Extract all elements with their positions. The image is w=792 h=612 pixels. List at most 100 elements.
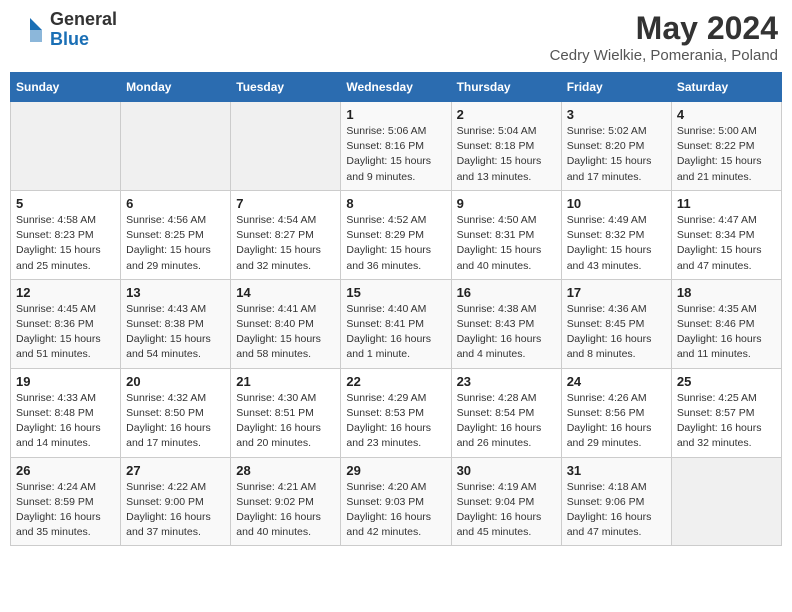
title-block: May 2024 Cedry Wielkie, Pomerania, Polan… [550,10,778,64]
day-info: Sunrise: 5:00 AM Sunset: 8:22 PM Dayligh… [677,124,776,185]
day-info: Sunrise: 4:36 AM Sunset: 8:45 PM Dayligh… [567,302,666,363]
day-number: 6 [126,196,225,211]
day-number: 2 [457,107,556,122]
day-info: Sunrise: 4:54 AM Sunset: 8:27 PM Dayligh… [236,213,335,274]
logo-icon [14,14,46,46]
day-info: Sunrise: 4:52 AM Sunset: 8:29 PM Dayligh… [346,213,445,274]
calendar-cell: 29 Sunrise: 4:20 AM Sunset: 9:03 PM Dayli… [341,457,451,546]
calendar-cell: 25 Sunrise: 4:25 AM Sunset: 8:57 PM Dayli… [671,368,781,457]
calendar-body: 1 Sunrise: 5:06 AM Sunset: 8:16 PM Daylig… [11,102,782,546]
week-row-3: 12Sunrise: 4:45 AM Sunset: 8:36 PM Dayli… [11,279,782,368]
header-row: SundayMondayTuesdayWednesdayThursdayFrid… [11,73,782,102]
day-number: 25 [677,374,776,389]
header-day-sunday: Sunday [11,73,121,102]
week-row-4: 19 Sunrise: 4:33 AM Sunset: 8:48 PM Dayli… [11,368,782,457]
day-number: 22 [346,374,445,389]
calendar-cell: 19 Sunrise: 4:33 AM Sunset: 8:48 PM Dayli… [11,368,121,457]
day-number: 29 [346,463,445,478]
day-number: 19 [16,374,115,389]
day-number: 18 [677,285,776,300]
day-number: 7 [236,196,335,211]
calendar-cell: 4 Sunrise: 5:00 AM Sunset: 8:22 PM Daylig… [671,102,781,191]
day-info: Sunrise: 4:20 AM Sunset: 9:03 PM Dayligh… [346,480,445,541]
day-info: Sunrise: 5:04 AM Sunset: 8:18 PM Dayligh… [457,124,556,185]
week-row-1: 1 Sunrise: 5:06 AM Sunset: 8:16 PM Daylig… [11,102,782,191]
day-info: Sunrise: 4:56 AM Sunset: 8:25 PM Dayligh… [126,213,225,274]
day-number: 30 [457,463,556,478]
day-info: Sunrise: 4:50 AM Sunset: 8:31 PM Dayligh… [457,213,556,274]
calendar-cell: 24 Sunrise: 4:26 AM Sunset: 8:56 PM Dayli… [561,368,671,457]
calendar-cell: 14 Sunrise: 4:41 AM Sunset: 8:40 PM Dayli… [231,279,341,368]
week-row-5: 26Sunrise: 4:24 AM Sunset: 8:59 PM Dayli… [11,457,782,546]
day-number: 5 [16,196,115,211]
calendar-table: SundayMondayTuesdayWednesdayThursdayFrid… [10,72,782,546]
day-number: 23 [457,374,556,389]
day-info: Sunrise: 4:25 AM Sunset: 8:57 PM Dayligh… [677,391,776,452]
calendar-cell: 11 Sunrise: 4:47 AM Sunset: 8:34 PM Dayli… [671,190,781,279]
day-number: 17 [567,285,666,300]
day-info: Sunrise: 4:47 AM Sunset: 8:34 PM Dayligh… [677,213,776,274]
day-info: Sunrise: 5:02 AM Sunset: 8:20 PM Dayligh… [567,124,666,185]
day-number: 31 [567,463,666,478]
calendar-cell: 6 Sunrise: 4:56 AM Sunset: 8:25 PM Daylig… [121,190,231,279]
day-info: Sunrise: 4:45 AM Sunset: 8:36 PM Dayligh… [16,302,115,363]
subtitle: Cedry Wielkie, Pomerania, Poland [550,47,778,64]
calendar-cell: 23 Sunrise: 4:28 AM Sunset: 8:54 PM Dayli… [451,368,561,457]
calendar-cell: 2 Sunrise: 5:04 AM Sunset: 8:18 PM Daylig… [451,102,561,191]
day-number: 26 [16,463,115,478]
day-info: Sunrise: 4:21 AM Sunset: 9:02 PM Dayligh… [236,480,335,541]
header-day-friday: Friday [561,73,671,102]
header-day-tuesday: Tuesday [231,73,341,102]
day-number: 28 [236,463,335,478]
calendar-cell: 13 Sunrise: 4:43 AM Sunset: 8:38 PM Dayli… [121,279,231,368]
day-number: 4 [677,107,776,122]
day-number: 24 [567,374,666,389]
calendar-cell: 10Sunrise: 4:49 AM Sunset: 8:32 PM Dayli… [561,190,671,279]
header-day-wednesday: Wednesday [341,73,451,102]
calendar-cell: 17 Sunrise: 4:36 AM Sunset: 8:45 PM Dayli… [561,279,671,368]
main-title: May 2024 [550,10,778,47]
calendar-cell: 26Sunrise: 4:24 AM Sunset: 8:59 PM Dayli… [11,457,121,546]
day-number: 16 [457,285,556,300]
day-number: 11 [677,196,776,211]
day-info: Sunrise: 5:06 AM Sunset: 8:16 PM Dayligh… [346,124,445,185]
week-row-2: 5 Sunrise: 4:58 AM Sunset: 8:23 PM Daylig… [11,190,782,279]
day-number: 8 [346,196,445,211]
calendar-cell: 22Sunrise: 4:29 AM Sunset: 8:53 PM Dayli… [341,368,451,457]
calendar-cell: 15Sunrise: 4:40 AM Sunset: 8:41 PM Dayli… [341,279,451,368]
calendar-cell [231,102,341,191]
day-info: Sunrise: 4:18 AM Sunset: 9:06 PM Dayligh… [567,480,666,541]
logo-general-label: General [50,10,117,30]
day-number: 13 [126,285,225,300]
day-number: 1 [346,107,445,122]
day-number: 20 [126,374,225,389]
calendar-cell: 12Sunrise: 4:45 AM Sunset: 8:36 PM Dayli… [11,279,121,368]
day-info: Sunrise: 4:22 AM Sunset: 9:00 PM Dayligh… [126,480,225,541]
logo-blue-label: Blue [50,30,117,50]
day-info: Sunrise: 4:33 AM Sunset: 8:48 PM Dayligh… [16,391,115,452]
day-number: 9 [457,196,556,211]
day-info: Sunrise: 4:28 AM Sunset: 8:54 PM Dayligh… [457,391,556,452]
calendar-cell: 28 Sunrise: 4:21 AM Sunset: 9:02 PM Dayli… [231,457,341,546]
calendar-cell: 8 Sunrise: 4:52 AM Sunset: 8:29 PM Daylig… [341,190,451,279]
calendar-cell: 1 Sunrise: 5:06 AM Sunset: 8:16 PM Daylig… [341,102,451,191]
day-info: Sunrise: 4:38 AM Sunset: 8:43 PM Dayligh… [457,302,556,363]
calendar-cell: 20 Sunrise: 4:32 AM Sunset: 8:50 PM Dayli… [121,368,231,457]
day-info: Sunrise: 4:32 AM Sunset: 8:50 PM Dayligh… [126,391,225,452]
calendar-cell: 5 Sunrise: 4:58 AM Sunset: 8:23 PM Daylig… [11,190,121,279]
day-info: Sunrise: 4:58 AM Sunset: 8:23 PM Dayligh… [16,213,115,274]
day-info: Sunrise: 4:40 AM Sunset: 8:41 PM Dayligh… [346,302,445,363]
calendar-cell: 3Sunrise: 5:02 AM Sunset: 8:20 PM Daylig… [561,102,671,191]
day-info: Sunrise: 4:41 AM Sunset: 8:40 PM Dayligh… [236,302,335,363]
day-number: 27 [126,463,225,478]
header-day-thursday: Thursday [451,73,561,102]
day-info: Sunrise: 4:43 AM Sunset: 8:38 PM Dayligh… [126,302,225,363]
logo: General Blue [14,10,117,50]
day-number: 14 [236,285,335,300]
logo-text: General Blue [50,10,117,50]
calendar-header: SundayMondayTuesdayWednesdayThursdayFrid… [11,73,782,102]
calendar-cell: 18Sunrise: 4:35 AM Sunset: 8:46 PM Dayli… [671,279,781,368]
calendar-cell [121,102,231,191]
calendar-cell: 30Sunrise: 4:19 AM Sunset: 9:04 PM Dayli… [451,457,561,546]
day-info: Sunrise: 4:26 AM Sunset: 8:56 PM Dayligh… [567,391,666,452]
